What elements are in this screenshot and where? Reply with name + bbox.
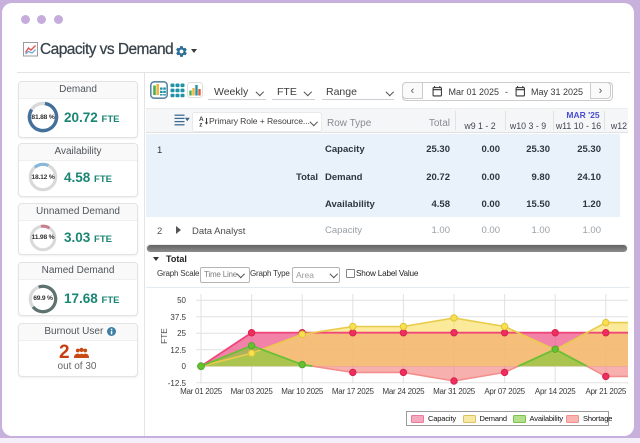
svg-text:z: z	[199, 121, 202, 127]
